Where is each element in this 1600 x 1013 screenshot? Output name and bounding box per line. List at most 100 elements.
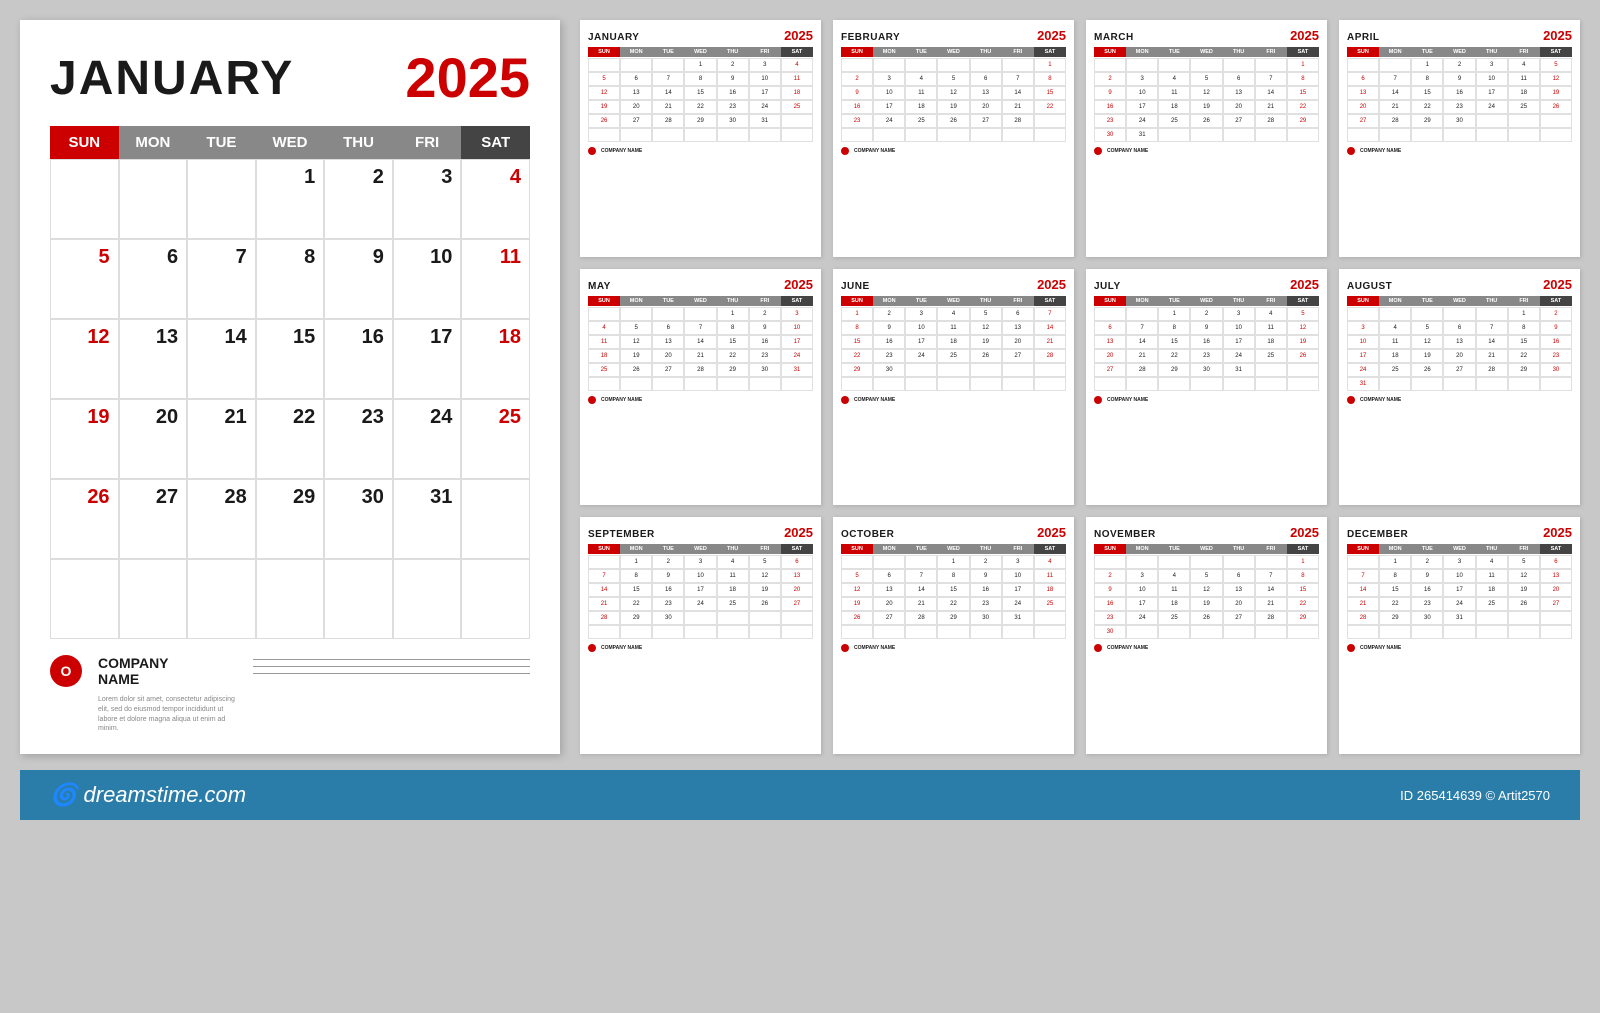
small-day-cell: 20	[781, 583, 813, 597]
small-day-cell	[1347, 128, 1379, 142]
small-cal-footer: COMPANY NAME	[588, 396, 813, 404]
small-day-hdr: SUN	[1347, 296, 1379, 306]
small-day-hdr: SAT	[1540, 47, 1572, 57]
small-day-cell	[1411, 377, 1443, 391]
large-day-cell: 19	[50, 399, 119, 479]
small-day-hdr: THU	[717, 544, 749, 554]
small-week: 1234	[841, 555, 1066, 569]
small-day-cell: 2	[1190, 307, 1222, 321]
small-day-cell: 26	[1508, 597, 1540, 611]
small-day-cell: 23	[970, 597, 1002, 611]
small-day-cell: 15	[1379, 583, 1411, 597]
small-day-cell: 3	[1347, 321, 1379, 335]
small-weeks: 1234567891011121314151617181920212223242…	[841, 58, 1066, 142]
small-day-cell: 18	[781, 86, 813, 100]
small-week: 232425262728	[841, 114, 1066, 128]
small-day-cell: 12	[1287, 321, 1319, 335]
small-day-cell: 25	[1508, 100, 1540, 114]
small-day-cell: 9	[1094, 86, 1126, 100]
small-weeks: 1234567891011121314151617181920212223242…	[841, 307, 1066, 391]
small-day-hdr: THU	[717, 296, 749, 306]
small-day-cell	[749, 611, 781, 625]
small-day-hdr: THU	[717, 47, 749, 57]
small-cal-footer: COMPANY NAME	[841, 147, 1066, 155]
large-day-cell	[461, 479, 530, 559]
small-day-cell: 26	[1540, 100, 1572, 114]
main-layout: JANUARY 2025 SUN MON TUE WED THU FRI SAT…	[20, 20, 1580, 754]
small-day-cell	[652, 128, 684, 142]
small-day-cell	[1347, 58, 1379, 72]
small-cal-year: 2025	[784, 277, 813, 292]
small-day-headers: SUNMONTUEWEDTHUFRISAT	[841, 296, 1066, 306]
small-day-cell	[1002, 377, 1034, 391]
large-day-cell: 2	[324, 159, 393, 239]
small-day-cell: 23	[841, 114, 873, 128]
small-day-cell: 4	[1158, 72, 1190, 86]
small-day-cell: 25	[1476, 597, 1508, 611]
large-day-cell: 8	[256, 239, 325, 319]
small-day-hdr: THU	[1223, 544, 1255, 554]
small-day-cell: 16	[970, 583, 1002, 597]
small-day-hdr: MON	[1126, 544, 1158, 554]
small-day-cell: 24	[873, 114, 905, 128]
small-day-headers: SUNMONTUEWEDTHUFRISAT	[588, 544, 813, 554]
small-week: 12	[1347, 307, 1572, 321]
small-day-cell	[620, 58, 652, 72]
small-day-cell: 18	[1158, 597, 1190, 611]
small-day-cell	[684, 625, 716, 639]
small-day-cell	[1158, 555, 1190, 569]
large-day-cell: 9	[324, 239, 393, 319]
small-week: 123456	[588, 555, 813, 569]
small-day-cell: 12	[841, 583, 873, 597]
small-day-cell: 9	[841, 86, 873, 100]
small-day-cell: 20	[1223, 597, 1255, 611]
small-day-cell: 17	[905, 335, 937, 349]
small-day-cell: 10	[684, 569, 716, 583]
small-day-cell: 25	[937, 349, 969, 363]
small-day-cell	[1379, 128, 1411, 142]
small-week: 21222324252627	[588, 597, 813, 611]
small-day-headers: SUNMONTUEWEDTHUFRISAT	[1094, 47, 1319, 57]
small-cal-year: 2025	[1290, 277, 1319, 292]
small-day-cell	[588, 58, 620, 72]
small-company-dot	[588, 147, 596, 155]
small-day-cell: 14	[652, 86, 684, 100]
small-day-cell	[1094, 555, 1126, 569]
small-day-hdr: SUN	[841, 296, 873, 306]
small-week: 14151617181920	[1347, 583, 1572, 597]
day-header-mon: MON	[119, 126, 188, 159]
small-day-cell: 28	[1034, 349, 1066, 363]
small-day-cell	[1034, 363, 1066, 377]
small-week: 1	[841, 58, 1066, 72]
large-week-5	[50, 559, 530, 639]
small-day-cell: 14	[1126, 335, 1158, 349]
small-day-cell: 30	[970, 611, 1002, 625]
bottom-bar: 🌀 dreamstime.com ID 265414639 © Artit257…	[20, 770, 1580, 820]
small-day-cell: 18	[717, 583, 749, 597]
small-day-cell: 29	[937, 611, 969, 625]
small-day-cell	[717, 377, 749, 391]
small-day-hdr: MON	[1126, 47, 1158, 57]
small-weeks: 1234567891011121314151617181920212223242…	[841, 555, 1066, 639]
small-week: 2345678	[1094, 569, 1319, 583]
small-day-hdr: WED	[1190, 296, 1222, 306]
large-day-cell: 17	[393, 319, 462, 399]
small-day-cell: 4	[1379, 321, 1411, 335]
small-cal-footer: COMPANY NAME	[1094, 147, 1319, 155]
small-week: 20212223242526	[1347, 100, 1572, 114]
small-calendar-july: JULY2025SUNMONTUEWEDTHUFRISAT12345678910…	[1086, 269, 1327, 506]
small-day-cell: 21	[1255, 100, 1287, 114]
day-header-tue: TUE	[187, 126, 256, 159]
small-day-cell: 30	[1094, 625, 1126, 639]
small-day-hdr: MON	[873, 296, 905, 306]
small-day-cell: 25	[717, 597, 749, 611]
small-day-cell: 19	[841, 597, 873, 611]
small-day-cell: 12	[1508, 569, 1540, 583]
small-day-cell: 6	[620, 72, 652, 86]
small-day-cell: 3	[749, 58, 781, 72]
small-day-cell: 13	[970, 86, 1002, 100]
small-day-hdr: FRI	[1255, 296, 1287, 306]
large-day-cell: 6	[119, 239, 188, 319]
small-day-cell: 30	[717, 114, 749, 128]
small-day-hdr: SAT	[1034, 296, 1066, 306]
